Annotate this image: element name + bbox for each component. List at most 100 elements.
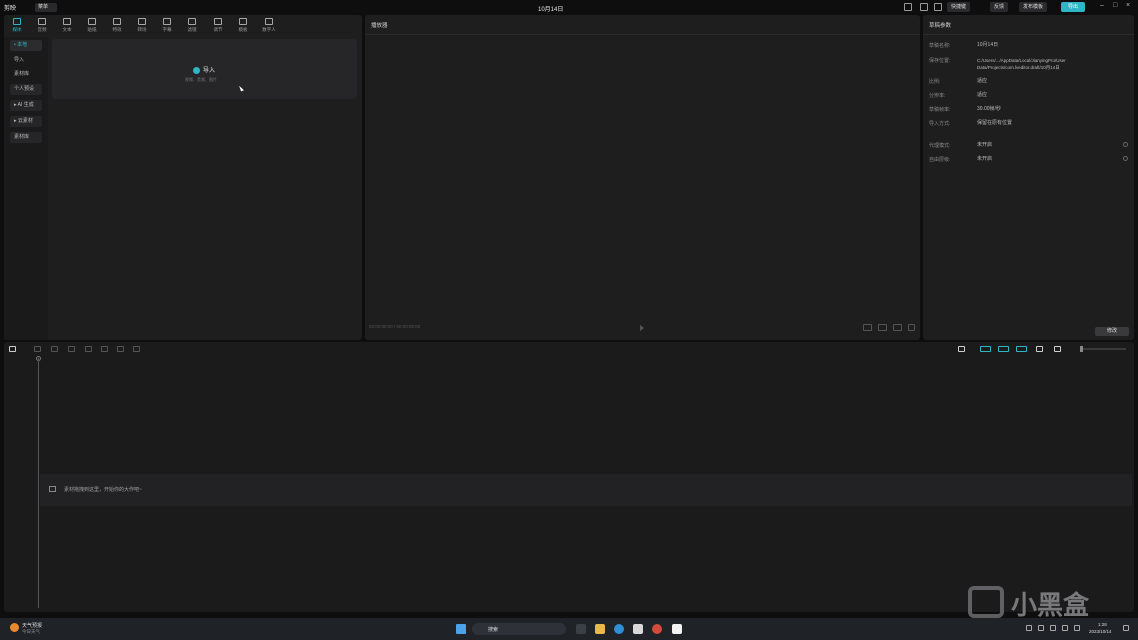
draft-key-import-mode: 导入方式: [929,121,951,127]
tab-sticker[interactable]: 贴纸 [81,16,103,36]
delete-icon[interactable] [117,346,124,352]
volume-icon[interactable] [1074,625,1080,631]
watermark-logo-icon [968,586,1004,618]
redo-icon[interactable] [51,346,58,352]
playhead[interactable] [38,358,39,608]
snap-icon[interactable] [1036,346,1043,352]
sidebar-item-local[interactable]: • 本地 [10,40,42,51]
microphone-icon[interactable] [958,346,965,352]
sidebar-item-ai[interactable]: ▸ AI 生成 [10,100,42,111]
layout-icon[interactable] [904,3,912,11]
ratio-icon[interactable] [863,324,872,331]
tab-filter[interactable]: 滤镜 [181,16,203,36]
undo-icon[interactable] [34,346,41,352]
tab-template[interactable]: 模板 [232,16,254,36]
sidebar-item-import[interactable]: 导入 [10,55,42,66]
weather-title[interactable]: 天气预报 [22,622,42,629]
feedback-button[interactable]: 反馈 [990,2,1009,12]
media-panel: 媒体 音频 文本 贴纸 特效 转场 字幕 滤镜 调节 模板 数字人 • 本地 导… [4,15,362,340]
tab-audio[interactable]: 音频 [31,16,53,36]
link-sub-track-icon[interactable] [998,346,1009,352]
sidebar-item-assets[interactable]: 素材库 [10,132,42,143]
shortcut-button[interactable]: 快捷键 [947,2,971,12]
taskbar-search[interactable] [472,623,566,635]
play-icon[interactable] [640,325,644,331]
menu-button[interactable]: 菜单 [35,3,57,12]
publish-template-button[interactable]: 发布模板 [1019,2,1048,12]
import-area[interactable]: 导入 视频、音频、图片 [52,39,357,99]
tab-transition[interactable]: 转场 [131,16,153,36]
tab-text[interactable]: 文本 [56,16,78,36]
draft-value-proxy: 未开启 [977,142,993,148]
digital-human-icon [265,18,273,25]
media-drop-icon [49,486,56,492]
info-icon[interactable] [1123,142,1128,147]
close-icon[interactable]: × [1126,2,1130,9]
network-icon[interactable] [1050,625,1056,631]
preview-axis-icon[interactable] [1016,346,1027,352]
export-button[interactable]: 导出 [1061,2,1085,12]
capcut-icon[interactable] [672,624,682,634]
delete-right-icon[interactable] [101,346,108,352]
adjust-icon [214,18,222,25]
tab-adjust[interactable]: 调节 [207,16,229,36]
freeze-icon[interactable] [133,346,140,352]
tab-digital-human[interactable]: 数字人 [258,16,280,36]
tray-expand-icon[interactable] [1026,625,1032,631]
notification-icon[interactable] [1123,625,1129,631]
split-icon[interactable] [68,346,75,352]
timeline-zoom-knob[interactable] [1080,346,1083,352]
maximize-icon[interactable]: □ [1113,2,1117,9]
delete-left-icon[interactable] [85,346,92,352]
search-label: 搜索 [488,627,499,633]
tab-media[interactable]: 媒体 [6,16,28,36]
select-tool-icon[interactable] [9,346,16,352]
timeline-panel: 素材拖拽到这里，开始你的大作吧~ [4,342,1134,612]
watermark-text: 小黑盒 [1011,591,1090,621]
weather-icon[interactable] [10,623,19,632]
timeline-zoom-slider[interactable] [1080,348,1126,350]
filter-icon [188,18,196,25]
start-icon[interactable] [456,624,466,634]
file-explorer-icon[interactable] [595,624,605,634]
sidebar-item-presets[interactable]: 个人预设 [10,84,42,95]
fullscreen-icon[interactable] [920,3,928,11]
input-method-icon[interactable] [1038,625,1044,631]
link-main-track-icon[interactable] [980,346,991,352]
import-button[interactable]: 导入 [193,65,215,74]
taskbar: 天气预报 今日天气 搜索 1:28 2023/10/14 [0,618,1138,640]
draft-params-panel: 草稿参数 草稿名称: 10月14日 保存位置: C:/Users/.../App… [923,15,1134,340]
modify-button[interactable]: 修改 [1095,327,1129,336]
notepad-icon[interactable] [633,624,643,634]
quality-icon[interactable] [893,324,902,331]
edge-icon[interactable] [614,624,624,634]
settings-icon[interactable] [934,3,942,11]
tab-subtitle[interactable]: 字幕 [156,16,178,36]
asset-toolbar: 媒体 音频 文本 贴纸 特效 转场 字幕 滤镜 调节 模板 数字人 [4,15,362,37]
draft-key-proxy: 代理模式: [929,143,951,149]
player-title: 播放器 [371,23,388,29]
weather-subtitle: 今日天气 [22,629,40,634]
main-track[interactable]: 素材拖拽到这里，开始你的大作吧~ [40,474,1132,506]
divider [365,34,920,35]
media-icon [13,18,21,25]
task-view-icon[interactable] [576,624,586,634]
draft-key-name: 草稿名称: [929,43,951,49]
plus-icon [193,66,200,74]
fullscreen-player-icon[interactable] [908,324,915,331]
effects-icon [113,18,121,25]
clock-date[interactable]: 2023/10/14 [1089,629,1112,634]
chrome-icon[interactable] [652,624,662,634]
draft-value-resolution: 适应 [977,92,988,98]
clock-time[interactable]: 1:28 [1098,622,1107,627]
sidebar-item-library[interactable]: 素材库 [10,69,42,80]
crop-icon[interactable] [878,324,887,331]
sidebar-item-cloud[interactable]: ▸ 云素材 [10,116,42,127]
transition-icon [138,18,146,25]
info-icon[interactable] [1123,156,1128,161]
minimize-icon[interactable]: – [1100,2,1104,9]
wifi-icon[interactable] [1062,625,1068,631]
zoom-out-icon[interactable] [1054,346,1061,352]
draft-title: 草稿参数 [929,23,952,29]
tab-effects[interactable]: 特效 [106,16,128,36]
